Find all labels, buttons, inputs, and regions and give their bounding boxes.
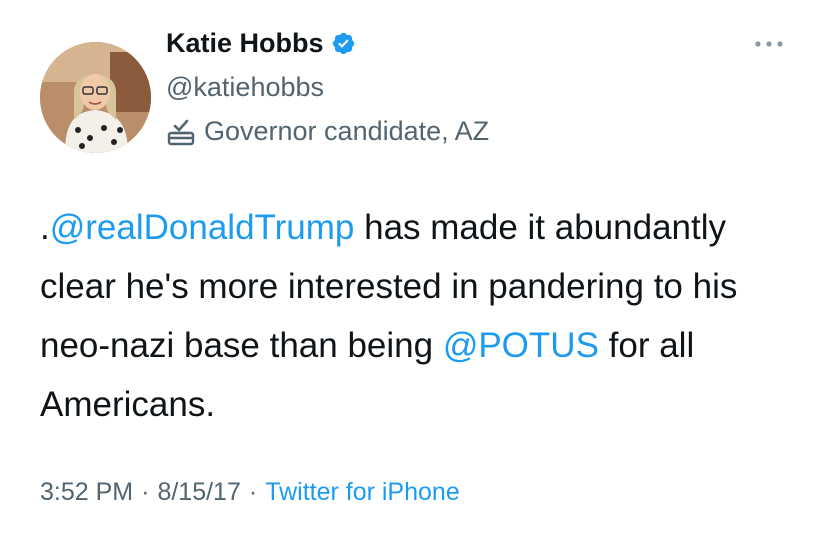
- tweet-text-prefix: .: [40, 208, 50, 247]
- label-text: Governor candidate, AZ: [204, 116, 490, 146]
- ballot-box-icon: [166, 117, 196, 147]
- verified-badge-icon: [331, 31, 356, 56]
- tweet-meta: 3:52 PM · 8/15/17 · Twitter for iPhone: [40, 478, 460, 507]
- meta-separator: ·: [248, 478, 258, 506]
- more-options-icon[interactable]: [752, 37, 786, 51]
- tweet-card: Katie Hobbs @katiehobbs Governor candida…: [0, 0, 828, 534]
- tweet-date[interactable]: 8/15/17: [157, 478, 240, 507]
- mention-link-realdonaldtrump[interactable]: @realDonaldTrump: [50, 208, 355, 247]
- name-row: Katie Hobbs: [166, 28, 356, 59]
- avatar[interactable]: [40, 42, 151, 153]
- meta-separator: ·: [141, 478, 150, 506]
- user-handle[interactable]: @katiehobbs: [166, 72, 324, 103]
- mention-link-potus[interactable]: @POTUS: [443, 326, 599, 365]
- display-name[interactable]: Katie Hobbs: [166, 28, 324, 59]
- tweet-time[interactable]: 3:52 PM: [40, 478, 133, 507]
- tweet-source-link[interactable]: Twitter for iPhone: [265, 478, 460, 507]
- affiliation-label: Governor candidate, AZ: [166, 116, 489, 147]
- tweet-text: .@realDonaldTrump has made it abundantly…: [40, 198, 810, 434]
